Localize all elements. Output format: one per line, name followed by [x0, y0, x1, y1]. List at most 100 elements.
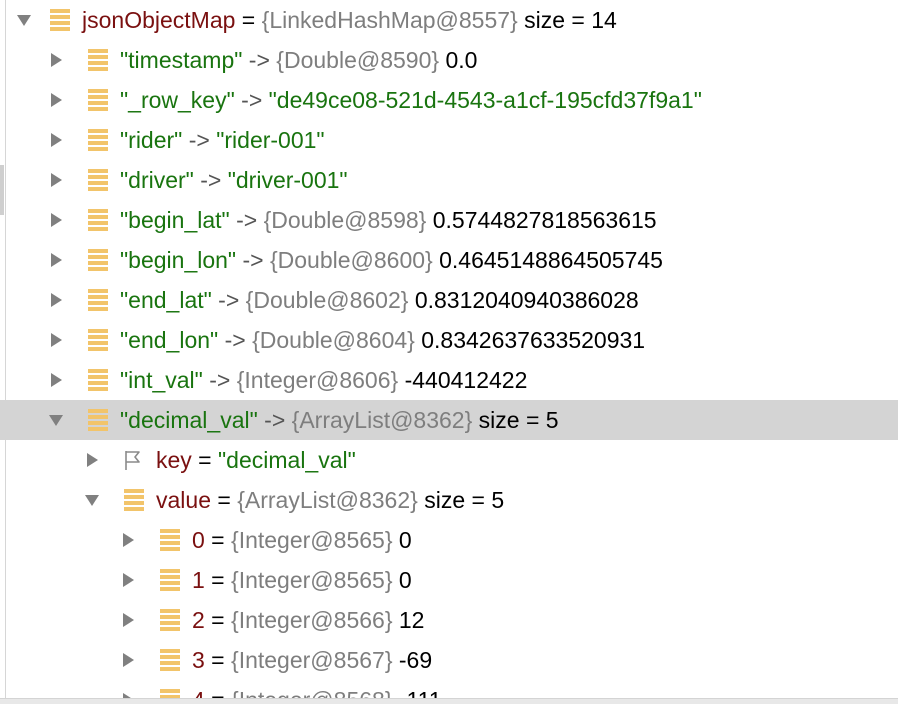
tree-row-entry-value[interactable]: value = {ArrayList@8362} size = 5 [0, 480, 898, 520]
array-index: 2 [192, 607, 205, 633]
type-reference: {Integer@8567} [231, 647, 393, 673]
tree-row-text: "timestamp" -> {Double@8590} 0.0 [120, 46, 477, 74]
tree-row-map-entry[interactable]: "rider" -> "rider-001" [0, 120, 898, 160]
string-value: "decimal_val" [218, 447, 356, 473]
triangle-right-icon[interactable] [48, 92, 64, 108]
field-list-icon [160, 649, 180, 671]
variable-name: key [156, 447, 192, 473]
triangle-right-icon[interactable] [48, 332, 64, 348]
triangle-right-icon[interactable] [48, 172, 64, 188]
tree-row-decimal-val[interactable]: "decimal_val" -> {ArrayList@8362} size =… [0, 400, 898, 440]
arrow-operator: -> [229, 207, 264, 233]
arrow-operator: -> [234, 87, 269, 113]
entry-key: "int_val" [120, 367, 203, 393]
field-list-icon [88, 249, 108, 271]
triangle-right-icon[interactable] [120, 532, 136, 548]
entry-value: 0.8342637633520931 [414, 327, 646, 353]
arrow-operator: -> [257, 407, 292, 433]
array-index: 1 [192, 567, 205, 593]
tree-row-array-item[interactable]: 2 = {Integer@8566} 12 [0, 600, 898, 640]
arrow-operator: -> [193, 167, 228, 193]
triangle-right-icon[interactable] [120, 652, 136, 668]
entry-value: 0.5744827818563615 [426, 207, 657, 233]
field-list-icon [88, 369, 108, 391]
tree-row-text: value = {ArrayList@8362} size = 5 [156, 486, 504, 514]
arrow-operator: -> [211, 287, 246, 313]
array-index: 0 [192, 527, 205, 553]
field-list-icon [88, 49, 108, 71]
field-list-icon [50, 9, 70, 31]
tree-row-array-item[interactable]: 1 = {Integer@8565} 0 [0, 560, 898, 600]
flag-icon [124, 449, 144, 471]
entry-value: 0.4645148864505745 [432, 247, 663, 273]
variable-name: value [156, 487, 211, 513]
field-list-icon [88, 289, 108, 311]
triangle-right-icon[interactable] [48, 292, 64, 308]
tree-row-map-entry[interactable]: "begin_lon" -> {Double@8600} 0.464514886… [0, 240, 898, 280]
field-list-icon [160, 609, 180, 631]
tree-row-map-entry[interactable]: "end_lat" -> {Double@8602} 0.83120409403… [0, 280, 898, 320]
triangle-down-icon[interactable] [16, 12, 32, 28]
tree-row-text: "begin_lat" -> {Double@8598} 0.574482781… [120, 206, 657, 234]
equals-sign: = [204, 567, 232, 593]
tree-row-entry-key[interactable]: key = "decimal_val" [0, 440, 898, 480]
tree-row-text: 2 = {Integer@8566} 12 [192, 606, 424, 634]
item-value: 0 [392, 527, 412, 553]
horizontal-scrollbar[interactable] [0, 698, 898, 704]
tree-row-root[interactable]: jsonObjectMap = {LinkedHashMap@8557} siz… [0, 0, 898, 40]
entry-key: "timestamp" [120, 47, 243, 73]
triangle-right-icon[interactable] [48, 372, 64, 388]
tree-row-map-entry[interactable]: "end_lon" -> {Double@8604} 0.83426376335… [0, 320, 898, 360]
tree-row-text: "_row_key" -> "de49ce08-521d-4543-a1cf-1… [120, 86, 702, 114]
tree-row-array-item[interactable]: 0 = {Integer@8565} 0 [0, 520, 898, 560]
entry-key: "driver" [120, 167, 194, 193]
field-list-icon [88, 409, 108, 431]
triangle-down-icon[interactable] [48, 412, 64, 428]
triangle-right-icon[interactable] [48, 132, 64, 148]
triangle-right-icon[interactable] [120, 572, 136, 588]
entry-key: "begin_lat" [120, 207, 230, 233]
equals-sign: = [191, 447, 219, 473]
triangle-right-icon[interactable] [48, 252, 64, 268]
string-value: "rider-001" [216, 127, 325, 153]
type-reference: {Double@8604} [252, 327, 415, 353]
arrow-operator: -> [236, 247, 270, 273]
field-list-icon [124, 489, 144, 511]
type-reference: {Double@8600} [269, 247, 433, 273]
tree-row-text: jsonObjectMap = {LinkedHashMap@8557} siz… [82, 6, 617, 34]
triangle-right-icon[interactable] [48, 52, 64, 68]
string-value: "de49ce08-521d-4543-a1cf-195cfd37f9a1" [268, 87, 702, 113]
field-list-icon [88, 209, 108, 231]
tree-row-text: "begin_lon" -> {Double@8600} 0.464514886… [120, 246, 663, 274]
triangle-right-icon[interactable] [120, 612, 136, 628]
arrow-operator: -> [182, 127, 217, 153]
array-index: 3 [192, 647, 205, 673]
tree-row-text: 3 = {Integer@8567} -69 [192, 646, 432, 674]
tree-row-text: "decimal_val" -> {ArrayList@8362} size =… [120, 406, 559, 434]
entry-value: 0.0 [439, 47, 478, 73]
triangle-right-icon[interactable] [48, 212, 64, 228]
tree-row-text: "rider" -> "rider-001" [120, 126, 325, 154]
type-reference: {Integer@8606} [236, 367, 399, 393]
entry-key: "end_lon" [120, 327, 219, 353]
size-label: size = 5 [417, 487, 505, 513]
tree-row-map-entry[interactable]: "driver" -> "driver-001" [0, 160, 898, 200]
item-value: 12 [392, 607, 425, 633]
tree-row-map-entry[interactable]: "_row_key" -> "de49ce08-521d-4543-a1cf-1… [0, 80, 898, 120]
debugger-variables-panel: jsonObjectMap = {LinkedHashMap@8557} siz… [0, 0, 898, 704]
entry-key: "rider" [120, 127, 183, 153]
arrow-operator: -> [218, 327, 253, 353]
tree-row-map-entry[interactable]: "begin_lat" -> {Double@8598} 0.574482781… [0, 200, 898, 240]
tree-row-map-entry[interactable]: "timestamp" -> {Double@8590} 0.0 [0, 40, 898, 80]
type-reference: {ArrayList@8362} [291, 407, 473, 433]
variable-name: jsonObjectMap [82, 7, 236, 33]
field-list-icon [88, 129, 108, 151]
entry-value: 0.8312040940386028 [408, 287, 639, 313]
tree-row-array-item[interactable]: 3 = {Integer@8567} -69 [0, 640, 898, 680]
tree-row-map-entry[interactable]: "int_val" -> {Integer@8606} -440412422 [0, 360, 898, 400]
tree-row-text: 0 = {Integer@8565} 0 [192, 526, 412, 554]
tree-row-text: "int_val" -> {Integer@8606} -440412422 [120, 366, 527, 394]
entry-key: "end_lat" [120, 287, 212, 313]
triangle-right-icon[interactable] [84, 452, 100, 468]
triangle-down-icon[interactable] [84, 492, 100, 508]
